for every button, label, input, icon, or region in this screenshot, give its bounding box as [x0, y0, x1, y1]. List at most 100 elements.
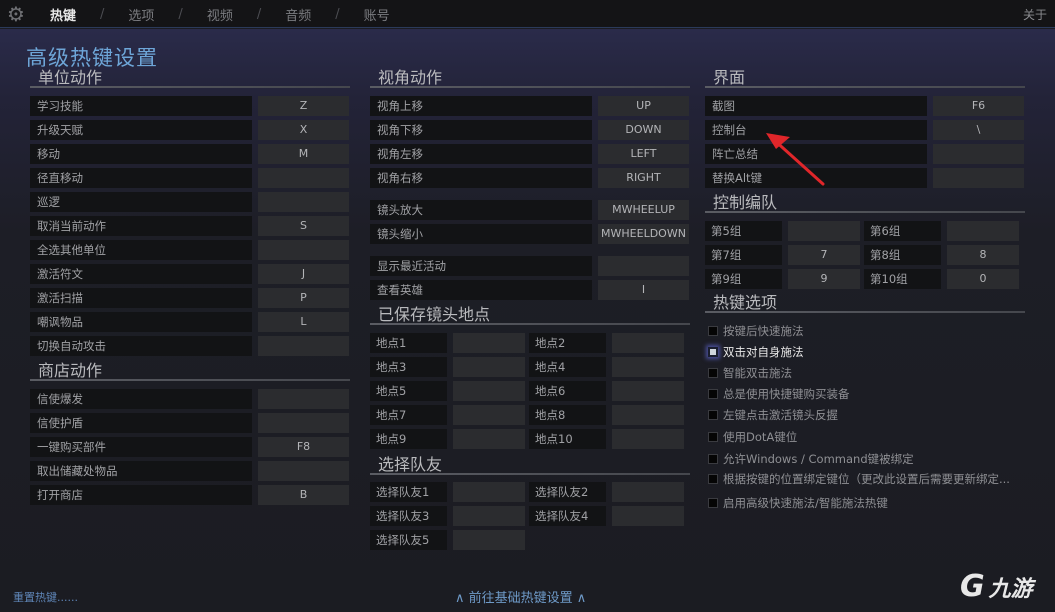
section-title-saved-camera: 已保存镜头地点	[378, 305, 491, 324]
hotkey-binding-button[interactable]: L	[258, 312, 349, 332]
logo-text: 九游	[988, 576, 1033, 602]
hotkey-binding-button[interactable]: MWHEELDOWN	[598, 224, 689, 244]
hotkey-row: 阵亡总结	[705, 144, 1025, 164]
checkbox-option[interactable]: 启用高级快速施法/智能施法热键	[708, 494, 888, 512]
section-title-camera-actions: 视角动作	[378, 68, 443, 87]
checkbox[interactable]	[708, 389, 718, 399]
about-link[interactable]: 关于	[1023, 6, 1047, 23]
hotkey-binding-button[interactable]: DOWN	[598, 120, 689, 140]
hotkey-label: 第8组	[864, 245, 941, 265]
hotkey-binding-button[interactable]	[612, 506, 684, 526]
checkbox-option[interactable]: 允许Windows / Command键被绑定	[708, 450, 914, 468]
hotkey-binding-button[interactable]	[258, 240, 349, 260]
checkbox-option[interactable]: 按键后快速施法	[708, 322, 804, 340]
hotkey-binding-button[interactable]	[258, 336, 349, 356]
checkbox[interactable]	[708, 432, 718, 442]
checkbox[interactable]	[708, 410, 718, 420]
checkbox-option[interactable]: 左键点击激活镜头反握	[708, 406, 838, 424]
hotkey-binding-button[interactable]	[453, 381, 525, 401]
checkbox[interactable]	[708, 454, 718, 464]
hotkey-binding-button[interactable]	[258, 192, 349, 212]
section-divider	[30, 86, 350, 88]
hotkey-binding-button[interactable]	[933, 144, 1024, 164]
hotkey-row: 取出储藏处物品	[30, 461, 350, 481]
checkbox-option[interactable]: 根据按键的位置绑定键位（更改此设置后需要更新绑定...	[708, 470, 1010, 488]
hotkey-binding-button[interactable]	[258, 389, 349, 409]
hotkey-binding-button[interactable]	[453, 357, 525, 377]
hotkey-binding-button[interactable]: Z	[258, 96, 349, 116]
hotkey-row: 视角下移 DOWN	[370, 120, 690, 140]
hotkey-binding-button[interactable]: \	[933, 120, 1024, 140]
goto-basic-hotkeys-link[interactable]: ∧ 前往基础热键设置 ∧	[455, 587, 586, 606]
hotkey-label: 全选其他单位	[30, 240, 252, 260]
hotkey-binding-button[interactable]: MWHEELUP	[598, 200, 689, 220]
hotkey-binding-button[interactable]	[258, 413, 349, 433]
hotkey-binding-button[interactable]	[453, 530, 525, 550]
hotkey-label: 地点8	[529, 405, 606, 425]
checkbox-option[interactable]: 使用DotA键位	[708, 428, 797, 446]
hotkey-binding-button[interactable]: B	[258, 485, 349, 505]
hotkey-binding-button[interactable]	[453, 405, 525, 425]
hotkey-label: 选择队友2	[529, 482, 606, 502]
section-divider	[370, 323, 690, 325]
checkbox[interactable]	[708, 474, 718, 484]
hotkey-binding-button[interactable]: 0	[947, 269, 1019, 289]
hotkey-binding-button[interactable]: P	[258, 288, 349, 308]
hotkey-label: 显示最近活动	[370, 256, 592, 276]
checkbox-option[interactable]: 总是使用快捷键购买装备	[708, 385, 850, 403]
hotkey-binding-button[interactable]	[947, 221, 1019, 241]
hotkey-binding-button[interactable]	[453, 333, 525, 353]
hotkey-binding-button[interactable]	[598, 256, 689, 276]
hotkey-binding-button[interactable]	[612, 429, 684, 449]
hotkey-binding-button[interactable]: I	[598, 280, 689, 300]
hotkey-binding-button[interactable]: 9	[788, 269, 860, 289]
section-title-control-groups: 控制编队	[713, 193, 778, 212]
hotkey-binding-button[interactable]: J	[258, 264, 349, 284]
checkbox[interactable]	[708, 368, 718, 378]
hotkey-binding-button[interactable]	[612, 381, 684, 401]
hotkey-binding-button[interactable]	[612, 357, 684, 377]
hotkey-binding-button[interactable]: F8	[258, 437, 349, 457]
hotkey-binding-button[interactable]	[612, 405, 684, 425]
hotkey-binding-button[interactable]	[258, 168, 349, 188]
hotkey-row: 信使爆发	[30, 389, 350, 409]
hotkey-binding-button[interactable]	[453, 506, 525, 526]
hotkey-binding-button[interactable]	[453, 429, 525, 449]
tab-hotkeys[interactable]: 热键	[50, 5, 76, 24]
hotkey-binding-button[interactable]: 8	[947, 245, 1019, 265]
hotkey-label: 替换Alt键	[705, 168, 927, 188]
reset-hotkeys-link[interactable]: 重置热键......	[13, 589, 78, 605]
hotkey-binding-button[interactable]: F6	[933, 96, 1024, 116]
checkbox[interactable]	[708, 347, 718, 357]
hotkey-label: 嘲讽物品	[30, 312, 252, 332]
tab-audio[interactable]: 音频	[285, 5, 311, 24]
hotkey-binding-button[interactable]: X	[258, 120, 349, 140]
hotkey-binding-button[interactable]: M	[258, 144, 349, 164]
top-nav-bar: ⚙ 热键 / 选项 / 视频 / 音频 / 账号 关于	[0, 0, 1055, 28]
hotkey-row: 打开商店 B	[30, 485, 350, 505]
tab-account[interactable]: 账号	[364, 5, 390, 24]
hotkey-binding-button[interactable]: LEFT	[598, 144, 689, 164]
hotkey-row: 激活扫描 P	[30, 288, 350, 308]
hotkey-binding-button[interactable]	[258, 461, 349, 481]
tab-video[interactable]: 视频	[207, 5, 233, 24]
checkbox[interactable]	[708, 326, 718, 336]
hotkey-binding-button[interactable]	[933, 168, 1024, 188]
hotkey-binding-button[interactable]	[612, 333, 684, 353]
hotkey-binding-button[interactable]: 7	[788, 245, 860, 265]
section-divider	[705, 311, 1025, 313]
hotkey-binding-button[interactable]: UP	[598, 96, 689, 116]
hotkey-binding-button[interactable]	[788, 221, 860, 241]
hotkey-label: 地点5	[370, 381, 447, 401]
tab-options[interactable]: 选项	[128, 5, 154, 24]
checkbox[interactable]	[708, 498, 718, 508]
checkbox-option[interactable]: 智能双击施法	[708, 364, 792, 382]
hotkey-binding-button[interactable]: RIGHT	[598, 168, 689, 188]
hotkey-row: 学习技能 Z	[30, 96, 350, 116]
hotkey-binding-button[interactable]: S	[258, 216, 349, 236]
hotkey-binding-button[interactable]	[612, 482, 684, 502]
hotkey-binding-button[interactable]	[453, 482, 525, 502]
gear-icon[interactable]: ⚙	[6, 4, 26, 24]
hotkey-label: 信使爆发	[30, 389, 252, 409]
checkbox-option[interactable]: 双击对自身施法	[708, 343, 804, 361]
